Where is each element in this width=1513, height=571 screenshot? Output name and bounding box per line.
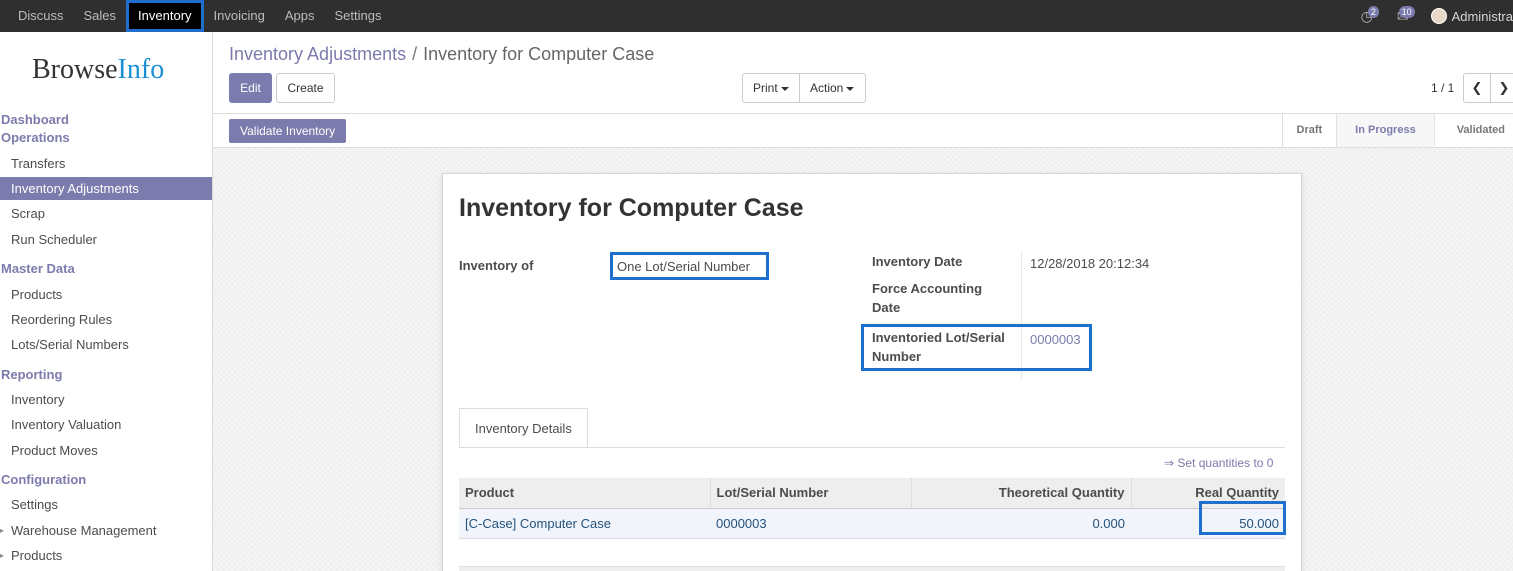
inventoried-lot-label: Inventoried Lot/Serial — [872, 330, 1005, 345]
table-footer — [459, 566, 1285, 571]
menu-sales[interactable]: Sales — [74, 0, 127, 32]
inventory-of-label: Inventory of — [459, 258, 534, 273]
validate-inventory-button[interactable]: Validate Inventory — [229, 119, 347, 143]
activity-icon[interactable]: ◷ 2 — [1361, 5, 1379, 25]
sidebar-item-config-products[interactable]: ▸ Products — [0, 544, 212, 567]
sidebar-section-dashboard[interactable]: Dashboard — [1, 112, 69, 127]
sidebar-item-scrap[interactable]: Scrap — [0, 202, 212, 225]
app-menu: Discuss Sales Inventory Invoicing Apps S… — [8, 0, 391, 32]
stage-in-progress[interactable]: In Progress — [1337, 114, 1435, 147]
expand-triangle-icon: ▸ — [0, 551, 5, 560]
force-accounting-label: Force Accounting — [872, 281, 983, 296]
sidebar-section-operations: Operations — [1, 130, 70, 145]
column-header-lot[interactable]: Lot/Serial Number — [709, 478, 911, 509]
sidebar-item-settings[interactable]: Settings — [0, 493, 212, 516]
sidebar-item-inventory-adjustments[interactable]: Inventory Adjustments — [0, 177, 212, 200]
activity-badge: 2 — [1367, 5, 1379, 18]
status-bar: Validate Inventory Draft In Progress Val… — [213, 113, 1513, 148]
menu-settings[interactable]: Settings — [324, 0, 391, 32]
set-quantities-link[interactable]: ⇒ Set quantities to 0 — [1164, 456, 1273, 470]
tab-divider — [459, 447, 1285, 448]
inventory-of-field[interactable]: One Lot/Serial Number — [617, 259, 750, 274]
top-navbar: Discuss Sales Inventory Invoicing Apps S… — [0, 0, 1513, 32]
breadcrumb-current: Inventory for Computer Case — [423, 44, 655, 64]
avatar — [1430, 8, 1447, 24]
sidebar-item-transfers[interactable]: Transfers — [0, 152, 212, 175]
stage-pipeline: Draft In Progress Validated — [1281, 114, 1513, 147]
company-logo: BrowseInfo — [32, 54, 165, 85]
table-row[interactable]: [C-Case] Computer Case 0000003 0.000 50.… — [459, 508, 1285, 539]
highlight-box — [1199, 501, 1286, 535]
sidebar-item-lots-serial-numbers[interactable]: Lots/Serial Numbers — [0, 333, 212, 356]
table-header-row: Product Lot/Serial Number Theoretical Qu… — [459, 478, 1285, 509]
sidebar-item-inventory-valuation[interactable]: Inventory Valuation — [0, 413, 212, 436]
inventoried-lot-link[interactable]: 0000003 — [1030, 332, 1081, 347]
create-button[interactable]: Create — [276, 73, 335, 103]
force-accounting-label-line2: Date — [872, 300, 901, 315]
column-header-product[interactable]: Product — [459, 478, 710, 509]
breadcrumb-parent-link[interactable]: Inventory Adjustments — [229, 44, 406, 64]
cell-theoretical-qty[interactable]: 0.000 — [911, 508, 1131, 539]
menu-apps[interactable]: Apps — [275, 0, 325, 32]
sidebar-item-product-moves[interactable]: Product Moves — [0, 439, 212, 462]
inventory-date-value[interactable]: 12/28/2018 20:12:34 — [1030, 256, 1149, 271]
caret-down-icon — [780, 86, 789, 91]
menu-inventory[interactable]: Inventory — [126, 0, 204, 32]
action-dropdown[interactable]: Action — [799, 73, 866, 103]
form-view-background: Inventory for Computer Case Inventory of… — [213, 148, 1513, 571]
sidebar-section-reporting: Reporting — [1, 367, 63, 382]
sidebar-item-products[interactable]: Products — [0, 283, 212, 306]
tab-inventory-details[interactable]: Inventory Details — [459, 408, 588, 448]
print-dropdown[interactable]: Print — [742, 73, 800, 103]
messages-badge: 10 — [1398, 5, 1415, 18]
menu-discuss[interactable]: Discuss — [8, 0, 74, 32]
inventory-lines-table: Product Lot/Serial Number Theoretical Qu… — [459, 478, 1285, 539]
stage-draft[interactable]: Draft — [1283, 114, 1338, 147]
sidebar-item-run-scheduler[interactable]: Run Scheduler — [0, 228, 212, 251]
sidebar-item-warehouse-management[interactable]: ▸ Warehouse Management — [0, 519, 212, 542]
sidebar-item-inventory[interactable]: Inventory — [0, 388, 212, 411]
edit-button[interactable]: Edit — [229, 73, 272, 103]
sidebar: BrowseInfo Dashboard Operations Transfer… — [0, 32, 213, 571]
systray: ◷2 ✉10 Administra — [1361, 0, 1513, 32]
pager-value[interactable]: 1 / 1 — [1431, 81, 1454, 95]
cell-lot[interactable]: 0000003 — [710, 508, 911, 539]
inventory-date-label: Inventory Date — [872, 254, 963, 269]
stage-validated[interactable]: Validated — [1435, 114, 1513, 147]
messages-icon[interactable]: ✉10 — [1397, 5, 1415, 25]
inventoried-lot-label-line2: Number — [872, 349, 922, 364]
caret-down-icon — [846, 86, 855, 91]
breadcrumb: Inventory Adjustments / Inventory for Comp… — [229, 44, 654, 65]
cell-product[interactable]: [C-Case] Computer Case — [459, 508, 710, 539]
chevron-right-icon[interactable]: ❯ — [1490, 73, 1513, 103]
user-menu[interactable]: Administra — [1430, 8, 1513, 24]
expand-triangle-icon: ▸ — [0, 526, 5, 535]
chevron-left-icon[interactable]: ❮ — [1463, 73, 1491, 103]
form-title: Inventory for Computer Case — [459, 194, 804, 222]
form-sheet: Inventory for Computer Case Inventory of… — [442, 173, 1302, 571]
column-header-theoretical-qty[interactable]: Theoretical Quantity — [910, 478, 1131, 509]
sidebar-section-configuration: Configuration — [1, 472, 87, 487]
menu-invoicing[interactable]: Invoicing — [204, 0, 275, 32]
user-name: Administra — [1451, 8, 1513, 24]
sidebar-section-master-data: Master Data — [1, 261, 75, 276]
sidebar-item-reordering-rules[interactable]: Reordering Rules — [0, 308, 212, 331]
breadcrumb-separator: / — [412, 44, 418, 64]
